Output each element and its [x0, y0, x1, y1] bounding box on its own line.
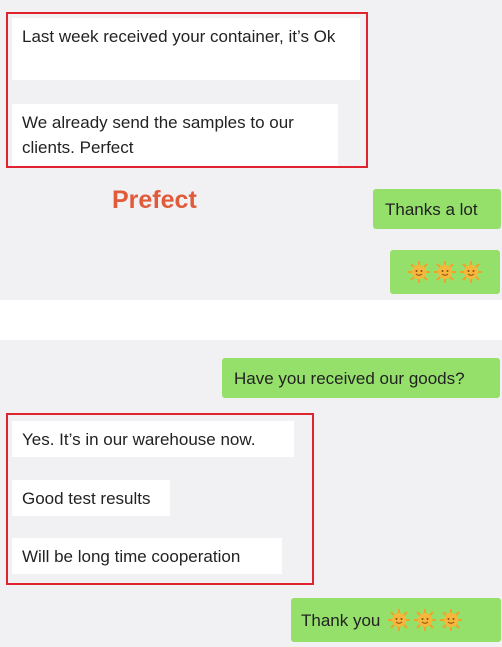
caption-label: Prefect [112, 186, 197, 214]
sun-emoji-icon [460, 261, 482, 283]
sun-emoji-icon [434, 261, 456, 283]
sun-emoji-icon [388, 609, 411, 631]
message-text: Thank you [301, 610, 381, 630]
sun-emoji-icon [408, 261, 430, 283]
chat-panel-bottom: Have you received our goods? Yes. It’s i… [0, 340, 502, 647]
highlight-box [6, 413, 314, 585]
message-text: Thanks a lot [385, 199, 478, 219]
chat-panel-top: Last week received your container, it’s … [0, 0, 502, 300]
message-text: Have you received our goods? [234, 368, 465, 388]
outgoing-message: Thank you [291, 598, 501, 642]
outgoing-message: Have you received our goods? [222, 358, 500, 398]
sun-emoji-icon [414, 609, 437, 631]
sun-emoji-icon [440, 609, 463, 631]
outgoing-message [390, 250, 500, 294]
outgoing-message: Thanks a lot [373, 189, 501, 229]
highlight-box [6, 12, 368, 168]
